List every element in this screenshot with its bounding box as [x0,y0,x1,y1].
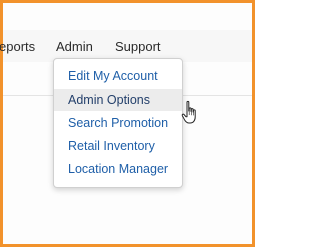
menu-item-edit-my-account[interactable]: Edit My Account [54,65,182,87]
nav-item-support[interactable]: Support [115,39,161,54]
menu-item-location-manager[interactable]: Location Manager [54,158,182,180]
nav-item-admin[interactable]: Admin [56,39,93,54]
menu-item-admin-options[interactable]: Admin Options [54,89,182,111]
menu-item-retail-inventory[interactable]: Retail Inventory [54,135,182,157]
admin-dropdown-menu: Edit My Account Admin Options Search Pro… [53,58,183,188]
nav-item-reports[interactable]: eports [0,39,35,54]
menu-item-search-promotion[interactable]: Search Promotion [54,112,182,134]
accent-bar [0,0,255,3]
